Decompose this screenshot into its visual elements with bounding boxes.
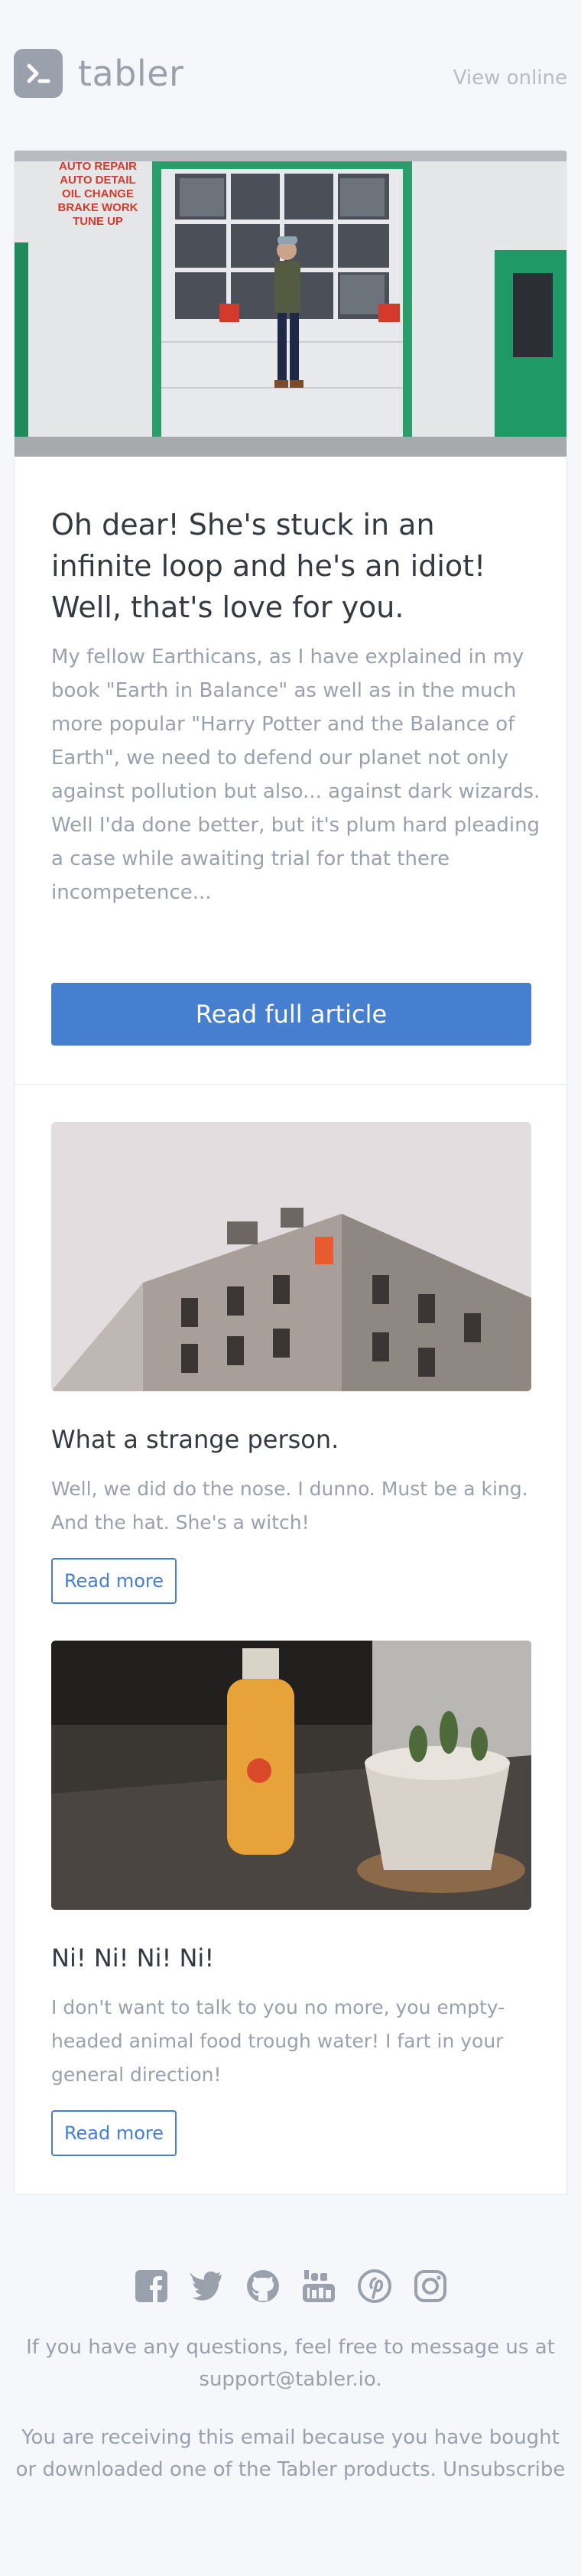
article-title: Ni! Ni! Ni! Ni! bbox=[51, 1943, 215, 1973]
brand-name: tabler bbox=[78, 53, 184, 94]
section-divider bbox=[15, 1084, 566, 1085]
view-online-link[interactable]: View online bbox=[453, 67, 567, 89]
twitter-icon[interactable] bbox=[190, 2269, 225, 2304]
github-icon[interactable] bbox=[245, 2269, 281, 2304]
main-article-text: My fellow Earthicans, as I have explaine… bbox=[51, 646, 540, 904]
terminal-prompt-icon bbox=[14, 49, 63, 98]
footer-contact-text: If you have any questions, feel free to … bbox=[26, 2336, 555, 2391]
read-full-article-button[interactable]: Read full article bbox=[51, 983, 531, 1046]
read-more-button[interactable]: Read more bbox=[51, 2110, 177, 2156]
hero-image[interactable]: AUTO REPAIR AUTO DETAIL OIL CHANGE BRAKE… bbox=[15, 151, 566, 457]
footer-receiving-text: You are receiving this email because you… bbox=[15, 2426, 566, 2481]
facebook-icon[interactable] bbox=[134, 2269, 169, 2304]
brand-logo[interactable]: tabler bbox=[14, 49, 183, 98]
hero-shop-sign: AUTO REPAIR AUTO DETAIL OIL CHANGE BRAKE… bbox=[57, 160, 138, 228]
unsubscribe-link[interactable]: Unsubscribe bbox=[443, 2458, 565, 2481]
social-links bbox=[0, 2269, 581, 2304]
main-article-title: Oh dear! She's stuck in an infinite loop… bbox=[51, 508, 486, 624]
pinterest-icon[interactable] bbox=[357, 2269, 392, 2304]
article-text: Well, we did do the nose. I dunno. Must … bbox=[51, 1478, 528, 1534]
article-image-building[interactable] bbox=[51, 1122, 531, 1391]
support-email-link[interactable]: support@tabler.io. bbox=[199, 2368, 381, 2391]
article-title: What a strange person. bbox=[51, 1425, 339, 1454]
read-more-button[interactable]: Read more bbox=[51, 1558, 177, 1604]
email-header: tabler View online bbox=[0, 0, 581, 150]
article-text: I don't want to talk to you no more, you… bbox=[51, 1996, 505, 2086]
youtube-icon[interactable] bbox=[301, 2269, 336, 2304]
article-image-bottle-plant[interactable] bbox=[51, 1641, 531, 1910]
instagram-icon[interactable] bbox=[413, 2269, 448, 2304]
email-card: AUTO REPAIR AUTO DETAIL OIL CHANGE BRAKE… bbox=[14, 150, 567, 2195]
